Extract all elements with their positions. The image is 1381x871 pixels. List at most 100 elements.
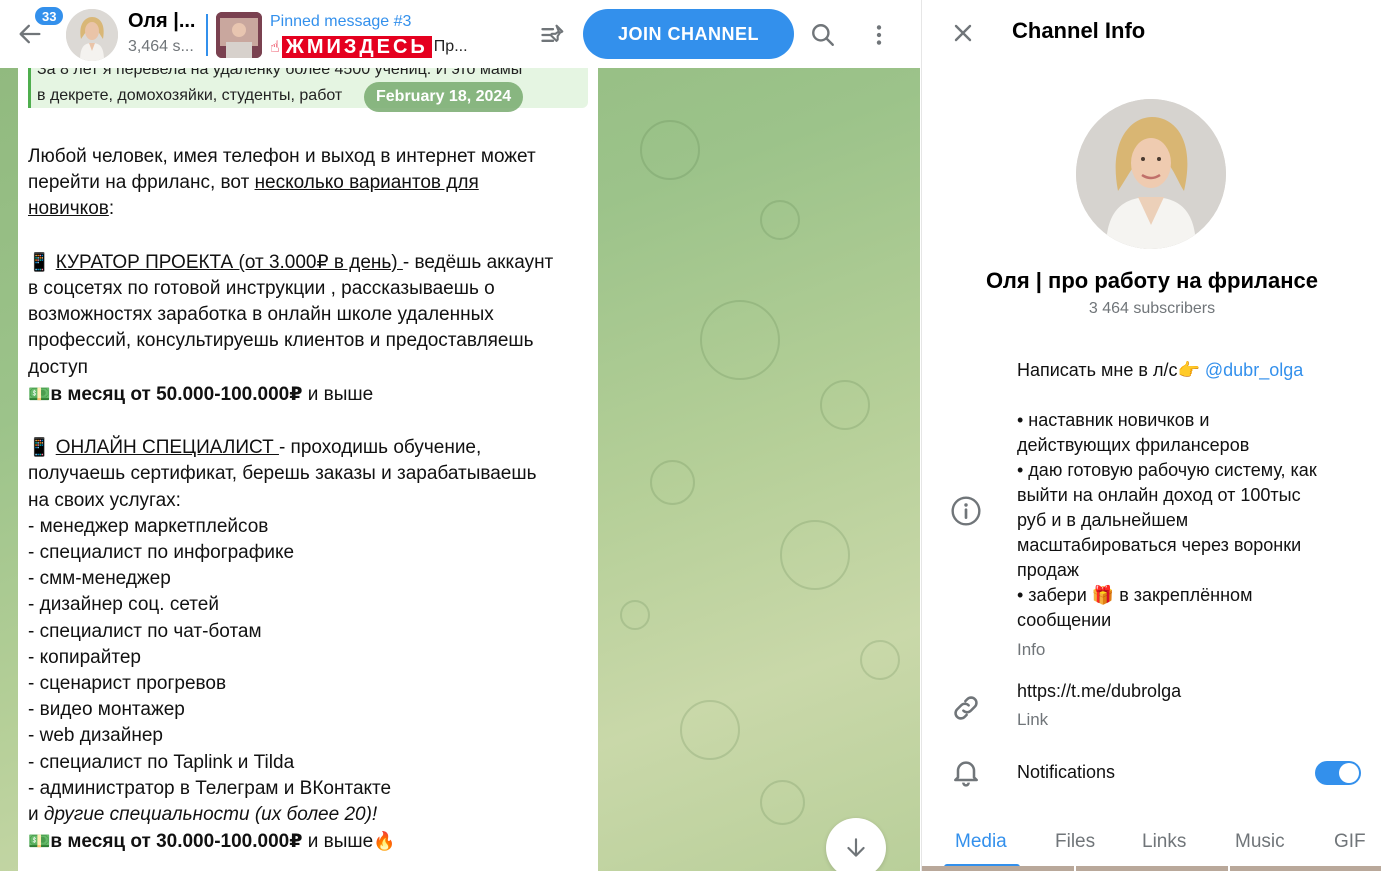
info-caption: Info <box>1017 640 1046 659</box>
notifications-label: Notifications <box>1017 762 1116 782</box>
text-line: и другие специальности (их более 20)! <box>28 802 593 828</box>
text-line: действующих фрилансеров <box>1017 435 1250 455</box>
tab-files[interactable]: Files <box>1055 831 1095 853</box>
list-item: - сценарист прогревов <box>28 673 227 695</box>
money-icon: 💵 <box>28 383 51 404</box>
text-span: Написать мне в л/с <box>1017 360 1178 380</box>
text-line: выйти на онлайн доход от 100тыс <box>1017 485 1301 505</box>
list-item: - дизайнер соц. сетей <box>28 594 219 616</box>
pinned-message-title[interactable]: Pinned message #3 <box>270 13 411 31</box>
arrow-down-icon <box>847 838 865 857</box>
message-text: Любой человек, имея телефон и выход в ин… <box>28 144 593 855</box>
text-line: продаж <box>1017 560 1079 580</box>
message-bubble: За 8 лет я перевела на удаленку более 45… <box>18 52 598 871</box>
text-line: • наставник новичков и <box>1017 410 1210 430</box>
text-line: доступ <box>28 356 88 378</box>
pinned-highlight: ЖМИЗДЕСЬ <box>281 36 432 58</box>
text-line: сообщении <box>1017 610 1112 630</box>
list-item: - администратор в Телеграм и ВКонтакте <box>28 777 392 799</box>
list-item: - web дизайнер <box>28 725 163 747</box>
text-span: другие специальности (их более 20)! <box>43 804 378 826</box>
text-line: профессий, консультируешь клиентов и пре… <box>28 330 534 352</box>
channel-avatar[interactable] <box>1076 99 1226 249</box>
text-link[interactable]: новичков <box>28 198 109 219</box>
chat-subtitle: 3,464 s... <box>128 38 194 55</box>
pointing-finger-icon: 👉 <box>1177 360 1200 380</box>
join-channel-button[interactable]: JOIN CHANNEL <box>583 9 794 59</box>
list-item: - специалист по чат-ботам <box>28 620 262 642</box>
media-grid[interactable] <box>922 866 1381 871</box>
search-icon <box>812 24 834 46</box>
text-line: масштабироваться через воронки <box>1017 535 1302 555</box>
phone-icon: 📱 <box>28 437 51 458</box>
media-tabs: Media Files Links Music GIF <box>922 815 1381 871</box>
media-thumbnail[interactable] <box>1230 866 1381 871</box>
text-span: перейти на фриланс, вот <box>28 172 255 194</box>
text-span: - проходишь обучение, <box>278 437 482 459</box>
phone-icon: 📱 <box>28 251 51 272</box>
text-span: и выше <box>302 831 374 853</box>
list-item: - специалист по инфографике <box>28 542 295 564</box>
list-item: - видео монтажер <box>28 699 185 721</box>
list-item: - смм-менеджер <box>28 568 171 590</box>
date-badge[interactable]: February 18, 2024 <box>364 82 524 112</box>
notifications-toggle[interactable] <box>1315 761 1361 785</box>
text-span: и <box>28 804 44 826</box>
channel-info-panel: Channel Info Оля | про работу на фриланс… <box>921 0 1381 871</box>
media-thumbnail[interactable] <box>1076 866 1228 871</box>
pin-list-icon <box>541 24 564 42</box>
list-item: - специалист по Taplink и Tilda <box>28 751 295 773</box>
online-title[interactable]: ОНЛАЙН СПЕЦИАЛИСТ <box>56 437 279 458</box>
tab-links[interactable]: Links <box>1142 831 1186 853</box>
curator-title[interactable]: КУРАТОР ПРОЕКТА (от 3.000₽ в день) <box>56 252 403 273</box>
text-line: новичков: <box>28 196 593 222</box>
text-line: 💵в месяц от 30.000-100.000₽ и выше🔥 <box>28 828 593 855</box>
username-link[interactable]: @dubr_olga <box>1205 360 1303 380</box>
pinned-rest: Пр... <box>433 38 468 55</box>
list-item: - менеджер маркетплейсов <box>28 515 269 537</box>
pinned-list-button[interactable] <box>536 18 570 52</box>
text-span: • забери <box>1017 585 1092 605</box>
text-line: Любой человек, имея телефон и выход в ин… <box>28 146 536 167</box>
text-line: 📱 КУРАТОР ПРОЕКТА (от 3.000₽ в день) - в… <box>28 249 593 276</box>
money-icon: 💵 <box>28 831 51 852</box>
tab-gif[interactable]: GIF <box>1334 831 1366 853</box>
search-button[interactable] <box>804 16 842 54</box>
media-thumbnail[interactable] <box>922 866 1074 871</box>
close-icon <box>954 24 972 42</box>
scroll-down-button[interactable] <box>826 818 886 871</box>
more-vertical-icon <box>876 25 882 45</box>
panel-title: Channel Info <box>1012 18 1146 43</box>
pinned-thumbnail[interactable] <box>216 12 262 58</box>
text-span: в месяц от 50.000-100.000₽ <box>50 383 303 405</box>
text-line: • забери 🎁 в закреплённом <box>1017 583 1377 608</box>
text-line: Написать мне в л/с👉 @dubr_olga <box>1017 358 1377 383</box>
close-button[interactable] <box>946 16 980 50</box>
text-link[interactable]: несколько вариантов для <box>255 172 479 193</box>
pinned-message-preview[interactable]: ☝ ЖМИЗДЕСЬ Пр... <box>270 36 468 58</box>
text-line: на своих услугах: <box>28 489 181 511</box>
fire-icon: 🔥 <box>373 831 396 852</box>
gift-icon: 🎁 <box>1091 585 1115 605</box>
text-line: • даю готовую рабочую систему, как <box>1017 460 1317 480</box>
text-line: 💵в месяц от 50.000-100.000₽ и выше <box>28 381 593 408</box>
more-options-button[interactable] <box>860 16 898 54</box>
text-line: возможностях заработка в онлайн школе уд… <box>28 304 494 326</box>
text-line: получаешь сертификат, берешь заказы и за… <box>28 463 537 485</box>
text-span: в закреплённом <box>1114 585 1253 605</box>
pinned-indicator <box>206 14 208 56</box>
tab-music[interactable]: Music <box>1235 831 1285 853</box>
list-item: - копирайтер <box>28 646 141 668</box>
link-caption: Link <box>1017 710 1049 729</box>
text-span: - ведёшь аккаунт <box>402 251 554 273</box>
text-span: и выше <box>302 383 374 405</box>
info-icon <box>951 496 981 526</box>
text-line: перейти на фриланс, вот несколько вариан… <box>28 170 593 196</box>
avatar[interactable] <box>66 9 118 61</box>
chat-title[interactable]: Оля |... <box>128 10 203 33</box>
portrait-image <box>1076 99 1226 249</box>
channel-link[interactable]: https://t.me/dubrolga <box>1017 681 1181 702</box>
pointing-hand-icon: ☝ <box>270 39 280 56</box>
channel-description: Написать мне в л/с👉 @dubr_olga • наставн… <box>1017 358 1377 633</box>
tab-media[interactable]: Media <box>955 831 1007 853</box>
